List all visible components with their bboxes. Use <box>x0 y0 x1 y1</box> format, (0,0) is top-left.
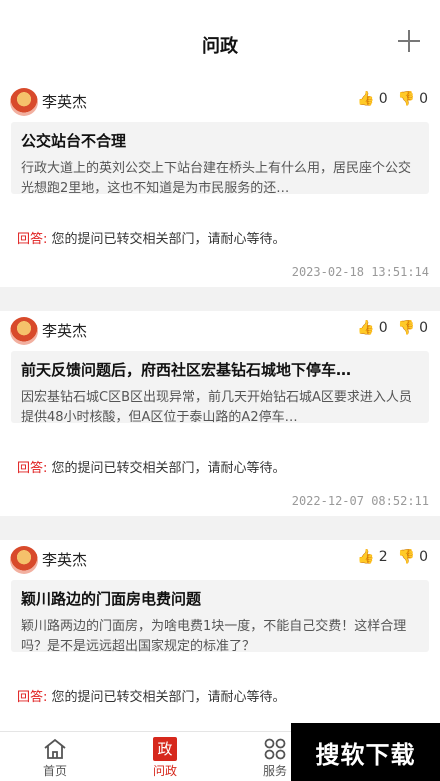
question-body: 颖川路两边的门面房，为啥电费1块一度，不能自己交费！这样合理吗？是不是远远超出国… <box>21 619 407 654</box>
like-count: 0 <box>378 320 388 336</box>
thumbs-down-icon[interactable]: 👎 <box>398 91 415 107</box>
thumbs-up-icon[interactable]: 👍 <box>357 91 374 107</box>
question-card[interactable]: 李英杰 👍 2 👎 0 颖川路边的门面房电费问题 颖川路两边的门面房，为啥电费1… <box>0 540 440 745</box>
avatar <box>10 317 38 345</box>
question-box[interactable]: 颖川路边的门面房电费问题 颖川路两边的门面房，为啥电费1块一度，不能自己交费！这… <box>11 580 429 654</box>
author-name: 李英杰 <box>42 551 88 569</box>
question-box[interactable]: 前天反馈问题后，府西社区宏基钻石城地下停车… 因宏基钻石城C区B区出现异常，前几… <box>11 351 429 425</box>
question-box[interactable]: 公交站台不合理 行政大道上的英刘公交上下站台建在桥头上有什么用，居民座个公交光想… <box>11 122 429 196</box>
reply-text: 您的提问已转交相关部门，请耐心等待。 <box>51 690 286 705</box>
vote-stats: 👍 0 👎 0 <box>357 320 428 336</box>
dislike-count: 0 <box>419 320 428 336</box>
post-timestamp: 2023-02-18 13:51:14 <box>291 265 429 279</box>
reply-label: 回答: <box>17 690 48 705</box>
tab-wenzheng[interactable]: 政 问政 <box>135 736 195 779</box>
tab-label: 首页 <box>42 764 67 778</box>
home-icon <box>25 736 85 762</box>
question-card[interactable]: 李英杰 👍 0 👎 0 前天反馈问题后，府西社区宏基钻石城地下停车… 因宏基钻石… <box>0 311 440 516</box>
vote-stats: 👍 2 👎 0 <box>357 549 428 565</box>
thumbs-up-icon[interactable]: 👍 <box>357 549 374 565</box>
like-count: 0 <box>378 91 388 107</box>
tab-home[interactable]: 首页 <box>25 736 85 779</box>
vote-stats: 👍 0 👎 0 <box>357 91 428 107</box>
avatar <box>10 546 38 574</box>
question-feed: 李英杰 👍 0 👎 0 公交站台不合理 行政大道上的英刘公交上下站台建在桥头上有… <box>0 82 440 769</box>
reply-label: 回答: <box>17 232 48 247</box>
reply-label: 回答: <box>17 461 48 476</box>
question-body: 行政大道上的英刘公交上下站台建在桥头上有什么用，居民座个公交光想跑2里地，这也不… <box>21 161 412 196</box>
plus-icon[interactable] <box>398 30 420 52</box>
avatar <box>10 88 38 116</box>
page-title: 问政 <box>202 36 238 57</box>
thumbs-up-icon[interactable]: 👍 <box>357 320 374 336</box>
question-title: 颖川路边的门面房电费问题 <box>21 590 202 608</box>
reply-line: 回答: 您的提问已转交相关部门，请耐心等待。 <box>17 686 286 705</box>
reply-text: 您的提问已转交相关部门，请耐心等待。 <box>51 461 286 476</box>
post-timestamp: 2022-12-07 08:52:11 <box>291 494 429 508</box>
author-name: 李英杰 <box>42 322 88 340</box>
like-count: 2 <box>378 549 388 565</box>
wenzheng-icon: 政 <box>135 736 195 762</box>
top-header: 问政 <box>0 0 440 82</box>
question-title: 公交站台不合理 <box>21 132 127 150</box>
thumbs-down-icon[interactable]: 👎 <box>398 320 415 336</box>
thumbs-down-icon[interactable]: 👎 <box>398 549 415 565</box>
tab-label: 问政 <box>152 764 177 778</box>
dislike-count: 0 <box>419 549 428 565</box>
reply-line: 回答: 您的提问已转交相关部门，请耐心等待。 <box>17 457 286 476</box>
question-body: 因宏基钻石城C区B区出现异常，前几天开始钻石城A区要求进入人员提供48小时核酸，… <box>21 390 412 425</box>
reply-line: 回答: 您的提问已转交相关部门，请耐心等待。 <box>17 228 286 247</box>
question-card[interactable]: 李英杰 👍 0 👎 0 公交站台不合理 行政大道上的英刘公交上下站台建在桥头上有… <box>0 82 440 287</box>
dislike-count: 0 <box>419 91 428 107</box>
reply-text: 您的提问已转交相关部门，请耐心等待。 <box>51 232 286 247</box>
question-title: 前天反馈问题后，府西社区宏基钻石城地下停车… <box>21 361 352 379</box>
author-name: 李英杰 <box>42 93 88 111</box>
wenzheng-badge: 政 <box>153 737 177 761</box>
watermark-logo: 搜软下载 <box>291 723 440 781</box>
